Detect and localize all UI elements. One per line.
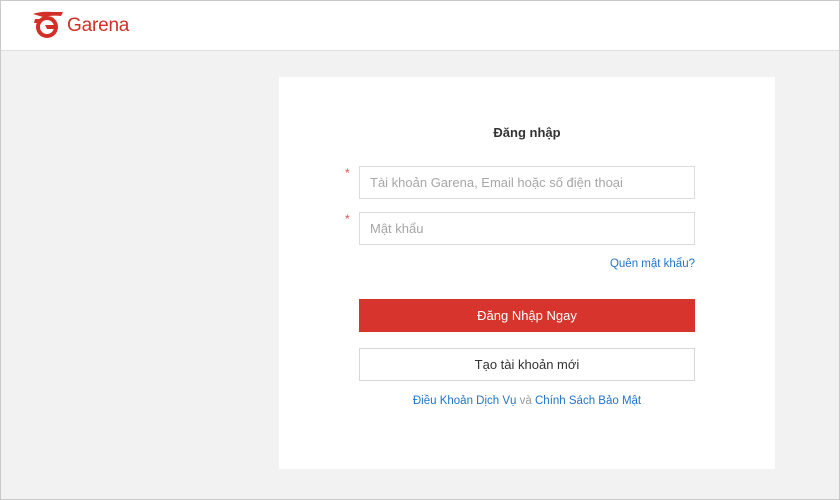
garena-logo-icon (31, 10, 65, 43)
login-title: Đăng nhập (493, 125, 561, 140)
login-card: Đăng nhập * * Quên mật khẩu? Đăng Nhập N… (279, 77, 775, 469)
account-input[interactable] (360, 167, 694, 198)
terms-line: Điều Khoản Dịch Vụ và Chính Sách Bảo Mật (279, 395, 775, 407)
create-account-button[interactable]: Tạo tài khoản mới (359, 348, 695, 381)
logo-text: Garena (67, 15, 130, 36)
privacy-policy-link[interactable]: Chính Sách Bảo Mật (535, 395, 641, 407)
forgot-password-link[interactable]: Quên mật khẩu? (610, 258, 695, 270)
password-field (359, 212, 695, 245)
required-mark-password: * (345, 212, 350, 226)
terms-conjunction: và (519, 395, 532, 407)
account-field (359, 166, 695, 199)
login-button[interactable]: Đăng Nhập Ngay (359, 299, 695, 332)
required-mark-account: * (345, 166, 350, 180)
terms-of-service-link[interactable]: Điều Khoản Dịch Vụ (413, 395, 517, 407)
garena-logo[interactable]: Garena (31, 11, 129, 41)
password-input[interactable] (360, 213, 694, 244)
top-bar: Garena (1, 1, 839, 51)
